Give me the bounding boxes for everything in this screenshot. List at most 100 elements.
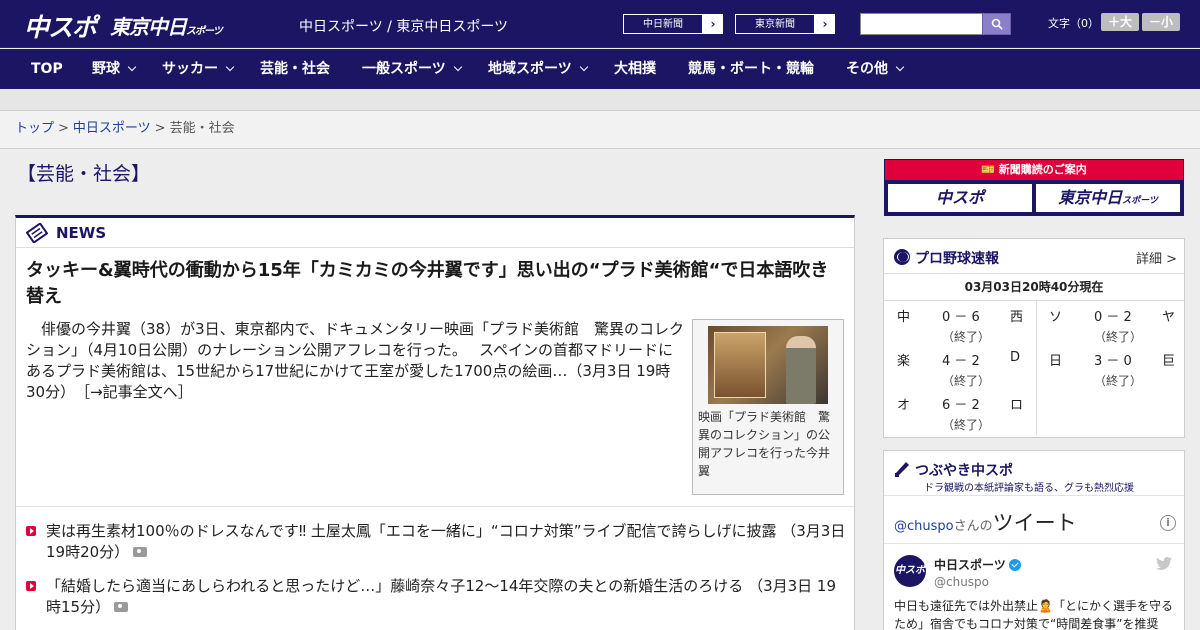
chevron-down-icon <box>895 62 905 72</box>
game-status: （終了） <box>1094 374 1143 388</box>
nav-label: サッカー <box>162 61 218 77</box>
team-away: ヤ <box>1162 310 1176 325</box>
game-score: 0 － 6 <box>942 310 980 325</box>
top-header: 中スポ 東京中日スポーツ 中日スポーツ / 東京中日スポーツ 中日新聞 › 東京… <box>0 0 1200 48</box>
nav-entertainment[interactable]: 芸能・社会 <box>260 49 330 89</box>
team-home: 楽 <box>897 354 911 369</box>
photo-image <box>708 326 828 404</box>
game-result[interactable]: 楽 4 － 2 D （終了） <box>884 345 1034 389</box>
nav-label: TOP <box>31 61 63 77</box>
nav-label: 野球 <box>92 61 120 77</box>
info-icon[interactable]: i <box>1160 515 1176 531</box>
chunichi-shimbun-label: 中日新聞 <box>623 14 703 34</box>
game-status: （終了） <box>942 418 991 432</box>
subscribe-tokyo-small: スポーツ <box>1122 196 1158 206</box>
read-more-link[interactable]: ［→記事全文へ］ <box>83 383 193 401</box>
baseball-scores-box: プロ野球速報 詳細 > 03月03日20時40分現在 中 0 － 6 西 （終了） ソ… <box>883 238 1185 438</box>
list-item[interactable]: 実は再生素材100％のドレスなんです‼ 土屋太鳳「エコを一緒に」“コロナ対策”ラ… <box>26 521 848 563</box>
news-heading: NEWS <box>56 224 107 242</box>
team-away: 巨 <box>1162 354 1176 369</box>
twitter-handle-link[interactable]: @chuspo <box>894 519 954 534</box>
page-title: 【芸能・社会】 <box>17 163 151 185</box>
team-home: ソ <box>1049 310 1063 325</box>
nav-sumo[interactable]: 大相撲 <box>614 49 656 89</box>
nav-label: 一般スポーツ <box>362 61 446 77</box>
account-id[interactable]: @chuspo <box>934 575 989 589</box>
game-status: （終了） <box>942 374 991 388</box>
chuspo-logo[interactable]: 中スポ <box>24 8 97 44</box>
play-bullet-icon <box>26 526 36 536</box>
news-photo[interactable]: 映画「プラド美術館 驚異のコレクション」の公開アフレコを行った今井翼 <box>692 319 844 495</box>
ticket-icon: 🎫 <box>981 163 999 176</box>
nav-label: 大相撲 <box>614 61 656 77</box>
twitter-bird-icon[interactable] <box>1156 557 1172 571</box>
font-smaller-button[interactable]: －小 <box>1142 13 1180 31</box>
nav-label: 競馬・ボート・競輪 <box>688 61 814 77</box>
handle-suffix: さんの <box>953 519 993 534</box>
search-button[interactable] <box>982 13 1011 35</box>
breadcrumb-top[interactable]: トップ <box>15 121 54 136</box>
site-title: 中日スポーツ / 東京中日スポーツ <box>299 19 509 35</box>
game-score: 6 － 2 <box>942 398 980 413</box>
news-header: NEWS <box>16 218 854 248</box>
game-result[interactable]: 日 3 － 0 巨 （終了） <box>1036 345 1186 389</box>
verified-icon <box>1008 559 1021 571</box>
photo-person <box>786 336 816 404</box>
team-home: 日 <box>1049 354 1063 369</box>
top-headline[interactable]: タッキー&翼時代の衝動から15年「カミカミの今井翼です」思い出の“プラド美術館“… <box>26 258 846 310</box>
camera-icon <box>114 602 129 612</box>
tweet-text: 中日も遠征先では外出禁止🙎「とにかく選手を守るため」宿舎でもコロナ対策で“時間差… <box>894 599 1173 630</box>
list-item-text: 「結婚したら適当にあしらわれると思ったけど…」藤崎奈々子12～14年交際の夫との… <box>46 577 744 595</box>
chunichi-shimbun-button[interactable]: 中日新聞 › <box>622 13 724 35</box>
baseball-title: プロ野球速報 <box>915 251 999 267</box>
breadcrumb: トップ > 中日スポーツ > 芸能・社会 <box>0 111 1200 149</box>
account-name[interactable]: 中日スポーツ <box>934 556 1021 573</box>
nav-baseball[interactable]: 野球 <box>92 49 137 89</box>
tokyo-logo-text: 東京中日 <box>110 15 187 39</box>
nav-local-sports[interactable]: 地域スポーツ <box>488 49 588 89</box>
game-result[interactable]: ソ 0 － 2 ヤ （終了） <box>1036 301 1186 345</box>
breadcrumb-separator: > <box>154 121 166 136</box>
font-bigger-button[interactable]: ＋大 <box>1101 13 1139 31</box>
twitter-title: つぶやき中スポ <box>915 463 1013 479</box>
sub-nav-band <box>0 89 1200 111</box>
game-result[interactable]: オ 6 － 2 ロ （終了） <box>884 389 1034 433</box>
camera-icon <box>133 547 148 557</box>
nav-other[interactable]: その他 <box>846 49 905 89</box>
chevron-down-icon <box>453 62 462 72</box>
team-away: ロ <box>1010 398 1024 413</box>
team-away: 西 <box>1010 310 1024 325</box>
subscribe-tokyo-button[interactable]: 東京中日スポーツ <box>1036 184 1180 212</box>
tokyo-chunichi-logo[interactable]: 東京中日スポーツ <box>110 11 223 40</box>
megaphone-icon <box>895 462 909 477</box>
game-status: （終了） <box>1094 330 1143 344</box>
account-name-text: 中日スポーツ <box>934 558 1006 572</box>
photo-poster <box>714 332 766 398</box>
nav-top[interactable]: TOP <box>31 49 63 89</box>
game-result[interactable]: 中 0 － 6 西 （終了） <box>884 301 1034 345</box>
search-input[interactable] <box>860 13 983 35</box>
list-item-text: 実は再生素材100％のドレスなんです‼ 土屋太鳳「エコを一緒に」“コロナ対策”ラ… <box>46 522 777 540</box>
search-icon <box>991 18 1003 30</box>
nav-label: 芸能・社会 <box>260 61 330 77</box>
breadcrumb-chunichi-sports[interactable]: 中日スポーツ <box>73 121 151 136</box>
avatar[interactable]: 中スポ <box>894 555 926 587</box>
play-bullet-icon <box>26 581 36 591</box>
news-box: NEWS タッキー&翼時代の衝動から15年「カミカミの今井翼です」思い出の“プラ… <box>15 215 855 630</box>
breadcrumb-separator: > <box>58 121 69 136</box>
tokyo-shimbun-button[interactable]: 東京新聞 › <box>734 13 836 35</box>
nav-soccer[interactable]: サッカー <box>162 49 235 89</box>
baseball-detail-link[interactable]: 詳細 > <box>1136 248 1177 267</box>
chevron-down-icon <box>579 62 588 72</box>
nav-racing[interactable]: 競馬・ボート・競輪 <box>688 49 814 89</box>
tokyo-shimbun-label: 東京新聞 <box>735 14 815 34</box>
tweets-label: ツイート <box>992 511 1077 535</box>
font-size-label: 文字（0） <box>1048 17 1099 30</box>
main-nav: TOP 野球 サッカー 芸能・社会 一般スポーツ 地域スポーツ 大相撲 競馬・ボ… <box>0 49 1200 89</box>
list-item[interactable]: 「結婚したら適当にあしらわれると思ったけど…」藤崎奈々子12～14年交際の夫との… <box>26 576 848 618</box>
game-score: 0 － 2 <box>1094 310 1132 325</box>
baseball-icon <box>894 249 910 265</box>
nav-general-sports[interactable]: 一般スポーツ <box>362 49 462 89</box>
chevron-right-icon: › <box>710 17 716 31</box>
subscribe-chuspo-button[interactable]: 中スポ <box>888 184 1032 212</box>
